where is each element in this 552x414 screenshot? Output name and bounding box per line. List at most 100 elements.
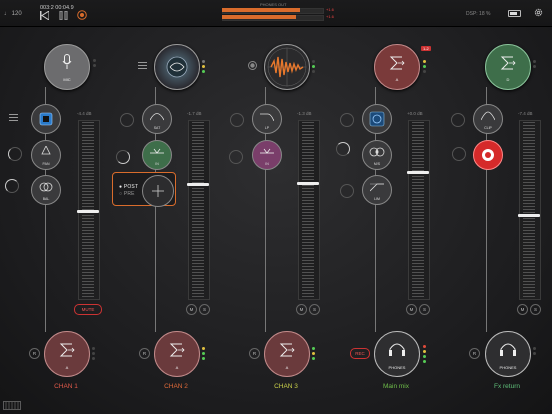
insert-lp[interactable]: LP xyxy=(252,104,282,134)
limiter-knob[interactable] xyxy=(340,184,354,198)
insert-label: PAN xyxy=(42,162,50,166)
sigma-icon xyxy=(59,343,75,357)
insert-input[interactable]: IN xyxy=(142,140,172,170)
insert-ms[interactable]: M/S xyxy=(362,140,392,170)
output-leds xyxy=(92,347,95,362)
source-audio-button[interactable] xyxy=(264,44,310,90)
solo-button[interactable]: S xyxy=(199,304,210,315)
microphone-icon xyxy=(62,54,72,69)
saturation-icon xyxy=(150,113,164,121)
fader-handle[interactable] xyxy=(77,210,99,213)
output-a-button[interactable]: A xyxy=(44,331,90,377)
rec-button[interactable]: REC xyxy=(350,348,370,359)
mute-button[interactable]: M xyxy=(517,304,528,315)
solo-button[interactable]: S xyxy=(309,304,320,315)
output-label: PHONES xyxy=(499,365,517,370)
send-knob-2[interactable] xyxy=(229,150,243,164)
channel-name[interactable]: CHAN 3 xyxy=(251,383,321,390)
post-option[interactable]: ● POST xyxy=(119,184,138,190)
fader-handle[interactable] xyxy=(518,214,540,217)
r-button[interactable]: R xyxy=(469,348,480,359)
solo-button[interactable]: S xyxy=(419,304,430,315)
insert-clip[interactable]: CLIP xyxy=(473,104,503,134)
source-mic-button[interactable]: MIC xyxy=(44,44,90,90)
send-knob-2[interactable] xyxy=(116,150,130,164)
fader-scale xyxy=(302,122,314,297)
mute-button[interactable]: MUTE xyxy=(74,304,102,315)
output-meter-left-fill xyxy=(222,8,300,12)
send-knob-2[interactable] xyxy=(452,147,466,161)
plus-icon xyxy=(152,185,164,197)
status-leds xyxy=(202,60,205,75)
send-knob[interactable] xyxy=(230,113,244,127)
mute-button[interactable]: M xyxy=(296,304,307,315)
clip-indicator-left[interactable]: +1.6 xyxy=(326,7,334,12)
source-label: A xyxy=(395,77,399,82)
clip-icon xyxy=(481,111,495,121)
insert-fx-plugin[interactable] xyxy=(473,140,503,170)
rewind-icon[interactable] xyxy=(40,11,49,20)
insert-slot-1[interactable] xyxy=(31,104,61,134)
clip-indicator-right[interactable]: +1.6 xyxy=(326,14,334,19)
output-a-button[interactable]: A xyxy=(154,331,200,377)
status-leds xyxy=(423,60,426,75)
gear-icon[interactable] xyxy=(534,8,543,17)
source-instrument-button[interactable] xyxy=(154,44,200,90)
lowpass-icon xyxy=(260,113,274,121)
insert-label: CLIP xyxy=(484,126,492,130)
send-knob[interactable] xyxy=(451,113,465,127)
channel-name[interactable]: CHAN 2 xyxy=(141,383,211,390)
insert-pan[interactable]: PAN xyxy=(31,140,61,170)
mute-button[interactable]: M xyxy=(186,304,197,315)
r-button[interactable]: R xyxy=(139,348,150,359)
ms-knob[interactable] xyxy=(336,142,350,156)
solo-button[interactable]: S xyxy=(530,304,541,315)
insert-label: LP xyxy=(264,126,270,130)
output-phones-button[interactable]: PHONES xyxy=(485,331,531,377)
add-insert-button[interactable] xyxy=(142,175,174,207)
send-knob[interactable] xyxy=(340,113,354,127)
output-phones-button[interactable]: PHONES xyxy=(374,331,420,377)
output-meter-right-fill xyxy=(222,15,296,19)
send-knob[interactable] xyxy=(120,113,134,127)
synth-icon xyxy=(166,56,188,78)
fader-db: -1.3 dB xyxy=(297,111,312,116)
insert-limiter[interactable]: LIM xyxy=(362,175,392,205)
record-icon[interactable] xyxy=(77,10,87,20)
fader-scale xyxy=(412,122,424,297)
status-leds xyxy=(312,60,315,75)
fader-handle[interactable] xyxy=(407,171,429,174)
r-button[interactable]: R xyxy=(249,348,260,359)
headphones-icon xyxy=(500,343,516,356)
tempo-display[interactable]: ♩ 120 xyxy=(4,11,22,17)
output-leds xyxy=(423,345,426,365)
channel-name[interactable]: Fx return xyxy=(472,383,542,390)
record-arm-icon[interactable] xyxy=(248,61,257,70)
output-a-button[interactable]: A xyxy=(264,331,310,377)
plugin-icon xyxy=(369,111,385,127)
keyboard-icon[interactable] xyxy=(3,401,21,410)
balance-knob[interactable] xyxy=(5,179,19,193)
channel-name[interactable]: Main mix xyxy=(361,383,431,390)
mute-button[interactable]: M xyxy=(406,304,417,315)
pause-icon[interactable] xyxy=(59,11,68,20)
trim-icon xyxy=(150,148,164,154)
insert-sat[interactable]: SAT xyxy=(142,104,172,134)
fader-db: -4.4 dB xyxy=(77,111,92,116)
insert-balance[interactable]: BAL xyxy=(31,175,61,205)
insert-input[interactable]: IN xyxy=(252,140,282,170)
source-bus-d-button[interactable]: D xyxy=(485,44,531,90)
r-button[interactable]: R xyxy=(29,348,40,359)
pan-knob[interactable] xyxy=(8,147,22,161)
insert-slot-1[interactable] xyxy=(362,104,392,134)
source-bus-a-button[interactable]: A xyxy=(374,44,420,90)
menu-icon[interactable] xyxy=(9,114,18,121)
fader-handle[interactable] xyxy=(187,183,209,186)
post-label: POST xyxy=(123,184,139,190)
fader-handle[interactable] xyxy=(297,182,319,185)
fader-db: -7.4 dB xyxy=(518,111,533,116)
pre-option[interactable]: ○ PRE xyxy=(119,191,135,197)
channel-name[interactable]: CHAN 1 xyxy=(31,383,101,390)
menu-icon[interactable] xyxy=(138,62,147,69)
output-leds xyxy=(533,347,536,357)
